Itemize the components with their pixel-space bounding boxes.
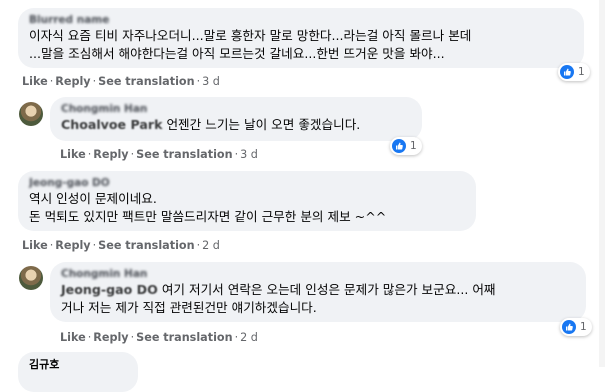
comment-author[interactable]: Blurred name xyxy=(29,14,115,27)
comment-body: 언젠간 느기는 날이 오면 좋겠습니다. xyxy=(166,117,361,132)
like-link[interactable]: Like xyxy=(60,331,86,344)
mention-tag[interactable]: Choalvoe Park xyxy=(61,117,162,132)
comment-text-line: ...말을 조심해서 해야한다는걸 아직 모르는것 갈네요...한번 뜨거운 맛… xyxy=(29,45,445,61)
comment-text-line: 거나 저는 제가 직접 관련된건만 얘기하겠습니다. xyxy=(61,299,317,315)
comment-bubble: Chongmin Han Jeong-gao DO 여기 저기서 연락은 오는데… xyxy=(50,262,586,322)
comment-text-line: 역시 인성이 문제이네요. xyxy=(29,191,157,206)
comment-age[interactable]: 3 d xyxy=(202,75,220,88)
reaction-number: 1 xyxy=(578,66,585,78)
comment-author[interactable]: 김규호 xyxy=(29,358,127,371)
like-thumb-icon xyxy=(562,320,576,334)
comment-author[interactable]: Jeong-gao DO xyxy=(29,177,465,190)
reaction-count[interactable]: 1 xyxy=(560,318,592,336)
separator-dot: · xyxy=(196,239,201,252)
comment-actions: Like · Reply · See translation · 2 d xyxy=(22,239,220,252)
reaction-number: 1 xyxy=(410,140,417,152)
comment-age[interactable]: 2 d xyxy=(240,331,258,344)
comment-age[interactable]: 3 d xyxy=(240,148,258,161)
reaction-count[interactable]: 1 xyxy=(558,63,590,81)
reaction-number: 1 xyxy=(580,321,587,333)
scrollbar[interactable] xyxy=(599,0,605,367)
like-link[interactable]: Like xyxy=(22,75,48,88)
like-thumb-icon xyxy=(392,139,406,153)
comment-author[interactable]: Chongmin Han xyxy=(61,268,575,281)
reaction-count[interactable]: 1 xyxy=(390,137,422,155)
comment-actions: Like · Reply · See translation · 2 d xyxy=(60,331,258,344)
comment-text-line: 돈 먹퇴도 있지만 팩트만 말씀드리자면 같이 근무한 분의 제보 ~^^ xyxy=(29,208,387,224)
comment-text: Choalvoe Park 언젠간 느기는 날이 오면 좋겠습니다. xyxy=(61,116,411,134)
separator-dot: · xyxy=(234,331,239,344)
profile-avatar[interactable] xyxy=(19,102,43,126)
reply-link[interactable]: Reply xyxy=(55,239,90,252)
comment-author[interactable]: Chongmin Han xyxy=(61,103,411,116)
comment-text-line: Jeong-gao DO 여기 저기서 연락은 오는데 인성은 문제가 많은가 … xyxy=(61,281,575,299)
comment-actions: Like · Reply · See translation · 3 d xyxy=(60,148,258,161)
comment-bubble: Jeong-gao DO 역시 인성이 문제이네요. 돈 먹퇴도 있지만 팩트만… xyxy=(18,171,476,231)
see-translation-link[interactable]: See translation xyxy=(136,148,232,161)
see-translation-link[interactable]: See translation xyxy=(98,239,194,252)
comment-bubble: 김규호 xyxy=(18,352,138,392)
like-thumb-icon xyxy=(560,65,574,79)
like-link[interactable]: Like xyxy=(60,148,86,161)
separator-dot: · xyxy=(196,75,201,88)
comment-bubble: Blurred name 이자식 요즘 티비 자주나오더니...말로 흥한자 말… xyxy=(18,8,584,68)
comment-age[interactable]: 2 d xyxy=(202,239,220,252)
comment-body: 여기 저기서 연락은 오는데 인성은 문제가 많은가 보군요... 어째 xyxy=(161,282,496,297)
comment-text-line: 이자식 요즘 티비 자주나오더니...말로 흥한자 말로 망한다...라는걸 아… xyxy=(29,28,472,43)
mention-tag[interactable]: Jeong-gao DO xyxy=(61,282,158,297)
profile-avatar[interactable] xyxy=(19,266,43,290)
comment-bubble: Chongmin Han Choalvoe Park 언젠간 느기는 날이 오면… xyxy=(50,97,422,141)
see-translation-link[interactable]: See translation xyxy=(136,331,232,344)
reply-link[interactable]: Reply xyxy=(93,148,128,161)
reply-link[interactable]: Reply xyxy=(55,75,90,88)
like-link[interactable]: Like xyxy=(22,239,48,252)
comment-actions: Like · Reply · See translation · 3 d xyxy=(22,75,220,88)
separator-dot: · xyxy=(234,148,239,161)
reply-link[interactable]: Reply xyxy=(93,331,128,344)
see-translation-link[interactable]: See translation xyxy=(98,75,194,88)
